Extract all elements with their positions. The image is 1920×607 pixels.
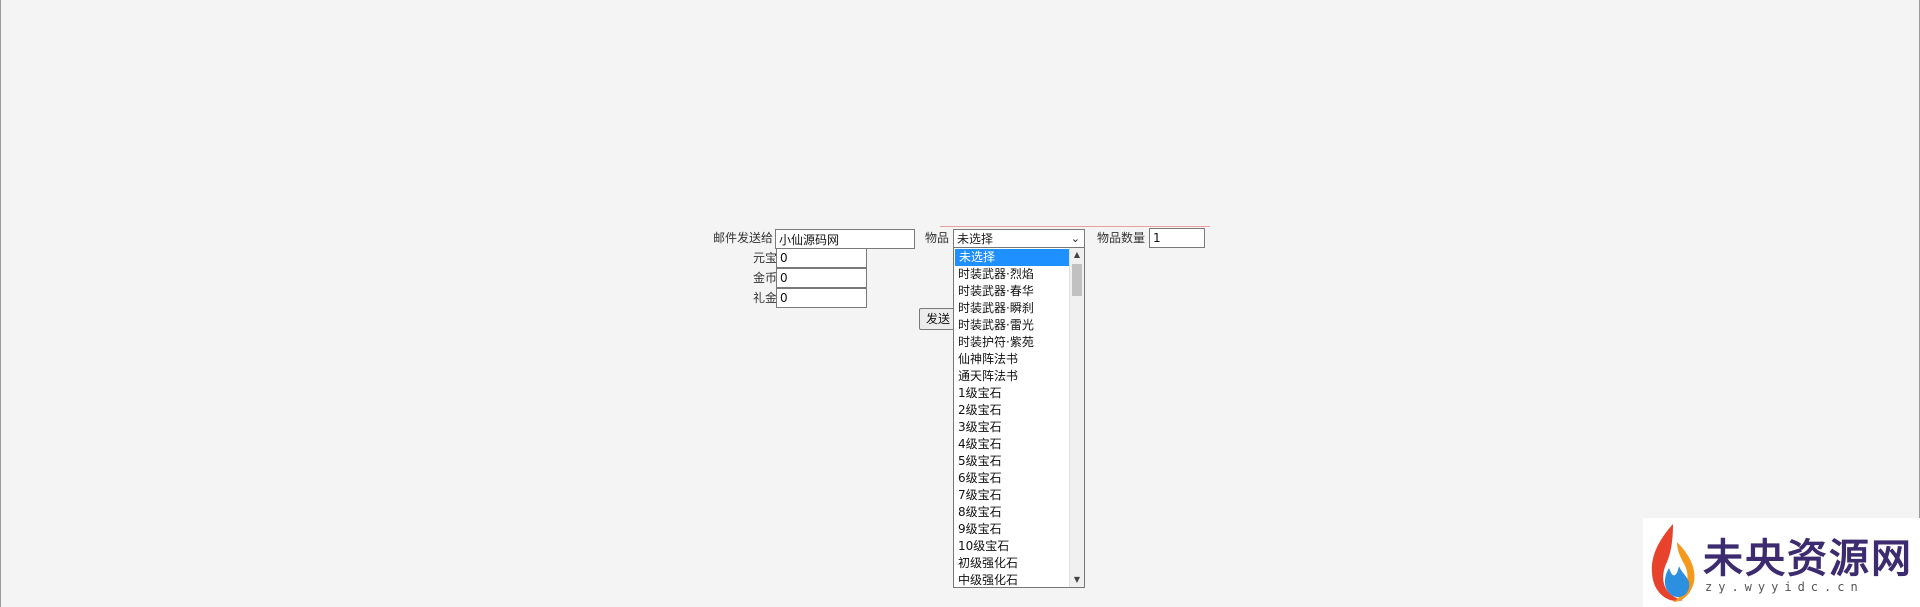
watermark-title: 未央资源网 [1703, 535, 1913, 582]
chevron-down-icon: ⌄ [1070, 232, 1080, 245]
dropdown-option[interactable]: 未选择 [955, 249, 1069, 266]
dropdown-option[interactable]: 1级宝石 [954, 385, 1070, 402]
dropdown-option[interactable]: 初级强化石 [954, 555, 1070, 572]
dropdown-option[interactable]: 5级宝石 [954, 453, 1070, 470]
dropdown-option[interactable]: 时装武器·烈焰 [954, 266, 1070, 283]
recipient-input[interactable] [775, 229, 915, 249]
item-label: 物品 [925, 231, 950, 245]
flame-logo-icon [1651, 524, 1695, 602]
dropdown-option[interactable]: 9级宝石 [954, 521, 1070, 538]
yuanbao-label: 元宝 [752, 251, 777, 265]
dropdown-option[interactable]: 仙神阵法书 [954, 351, 1070, 368]
dropdown-option[interactable]: 10级宝石 [954, 538, 1070, 555]
dropdown-option[interactable]: 时装武器·雷光 [954, 317, 1070, 334]
dropdown-scrollbar[interactable]: ▲ ▼ [1069, 248, 1084, 587]
dropdown-option[interactable]: 6级宝石 [954, 470, 1070, 487]
dropdown-option[interactable]: 8级宝石 [954, 504, 1070, 521]
watermark: 未央资源网 zy.wyyidc.cn [1643, 518, 1920, 607]
item-select-value: 未选择 [957, 232, 994, 246]
dropdown-option[interactable]: 时装护符·紫苑 [954, 334, 1070, 351]
scroll-up-arrow-icon[interactable]: ▲ [1070, 250, 1084, 260]
dropdown-option[interactable]: 通天阵法书 [954, 368, 1070, 385]
quantity-input[interactable] [1149, 228, 1205, 248]
dropdown-option[interactable]: 3级宝石 [954, 419, 1070, 436]
dropdown-option[interactable]: 时装武器·瞬刹 [954, 300, 1070, 317]
item-dropdown-list[interactable]: 未选择 时装武器·烈焰 时装武器·春华 时装武器·瞬刹 时装武器·雷光 时装护符·紫苑 仙神… [953, 247, 1085, 588]
dropdown-option[interactable]: 7级宝石 [954, 487, 1070, 504]
gift-label: 礼金 [752, 291, 777, 305]
watermark-url: zy.wyyidc.cn [1705, 580, 1864, 594]
quantity-label: 物品数量 [1097, 231, 1146, 245]
item-select[interactable]: 未选择 ⌄ [953, 229, 1085, 249]
yuanbao-input[interactable] [776, 248, 867, 268]
dropdown-option[interactable]: 中级强化石 [954, 572, 1070, 587]
dropdown-option[interactable]: 2级宝石 [954, 402, 1070, 419]
recipient-label: 邮件发送给 [712, 231, 773, 245]
scroll-down-arrow-icon[interactable]: ▼ [1070, 575, 1084, 585]
gold-label: 金币 [752, 271, 777, 285]
page-left-border [0, 0, 1, 607]
form-top-divider [940, 226, 1210, 227]
gold-input[interactable] [776, 268, 867, 288]
scrollbar-thumb[interactable] [1072, 264, 1082, 296]
gift-input[interactable] [776, 288, 867, 308]
dropdown-option[interactable]: 时装武器·春华 [954, 283, 1070, 300]
dropdown-option[interactable]: 4级宝石 [954, 436, 1070, 453]
dropdown-options: 未选择 时装武器·烈焰 时装武器·春华 时装武器·瞬刹 时装武器·雷光 时装护符·紫苑 仙神… [954, 249, 1070, 587]
